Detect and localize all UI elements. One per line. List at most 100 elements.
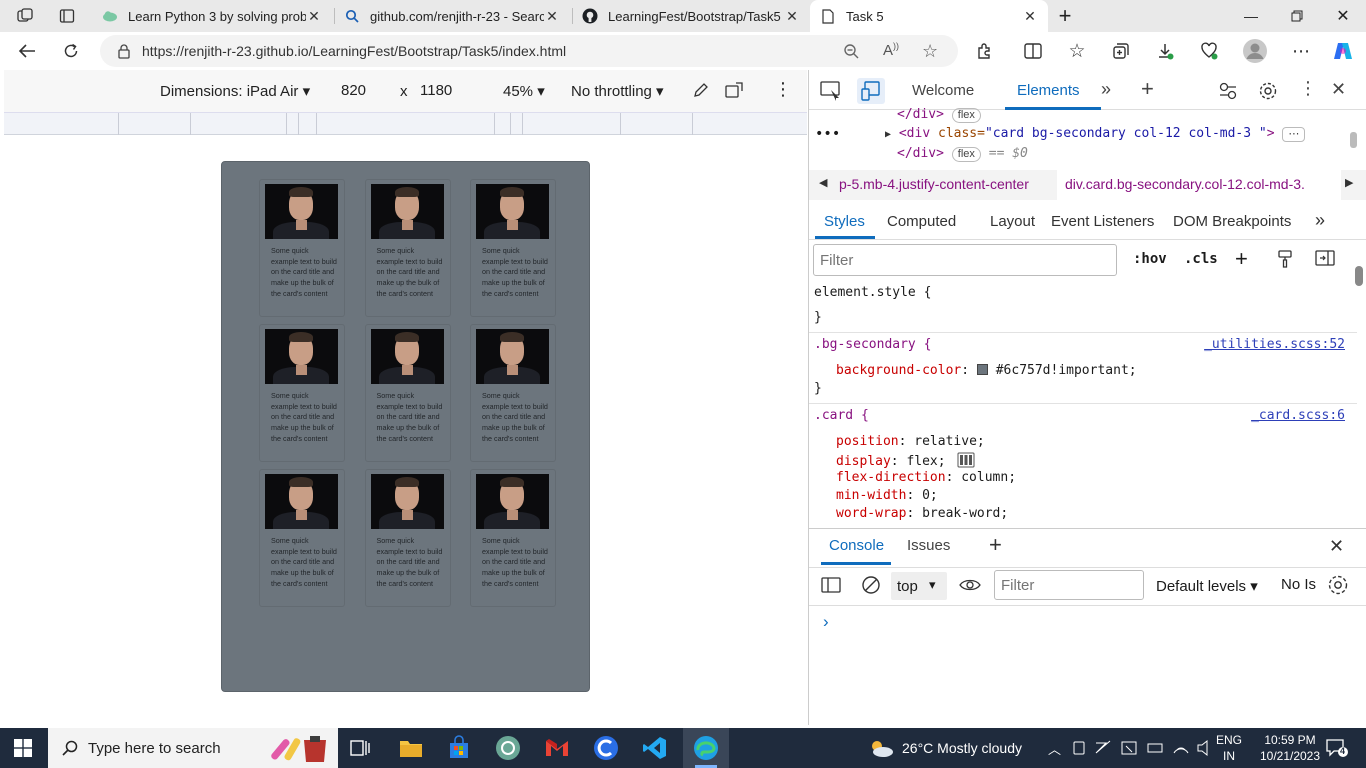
file-explorer-icon[interactable] xyxy=(397,734,425,762)
more-tabs-icon[interactable]: » xyxy=(1101,79,1111,100)
source-link[interactable]: _card.scss:6 xyxy=(1251,408,1345,423)
tab-learn-python[interactable]: Learn Python 3 by solving proble ✕ xyxy=(92,0,332,32)
pen-icon[interactable] xyxy=(692,81,710,99)
paint-icon[interactable] xyxy=(1277,250,1293,268)
taskbar-search[interactable]: Type here to search xyxy=(48,728,338,768)
inspect-icon[interactable] xyxy=(819,80,843,102)
log-levels-dropdown[interactable]: Default levels ▾ xyxy=(1156,577,1258,595)
close-drawer-icon[interactable]: ✕ xyxy=(1329,536,1344,557)
task-view-icon[interactable] xyxy=(350,738,370,758)
copilot-icon[interactable] xyxy=(1328,36,1358,66)
chatgpt-icon[interactable] xyxy=(494,734,522,762)
element-style-rule[interactable]: element.style { xyxy=(814,285,931,300)
tab-task5[interactable]: Task 5 ✕ xyxy=(810,0,1048,32)
collapsed-content-badge[interactable]: ⋯ xyxy=(1282,127,1306,142)
dom-line[interactable]: </div> flex xyxy=(897,107,981,123)
gmail-icon[interactable] xyxy=(543,734,571,762)
search-highlight-icon[interactable] xyxy=(266,732,330,764)
console-prompt-icon[interactable]: › xyxy=(823,612,829,632)
restore-button[interactable] xyxy=(1274,0,1320,32)
collections-icon[interactable] xyxy=(1106,36,1136,66)
zoom-icon[interactable] xyxy=(843,43,859,59)
expand-triangle-icon[interactable]: ▶ xyxy=(885,129,891,140)
breadcrumb-item-active[interactable]: div.card.bg-secondary.col-12.col-md-3. xyxy=(1065,176,1305,192)
dom-line[interactable]: </div> flex == $0 xyxy=(897,146,1028,162)
dom-line-selected[interactable]: ▶ <div class="card bg-secondary col-12 c… xyxy=(885,126,1306,142)
tab-dom-breakpoints[interactable]: DOM Breakpoints xyxy=(1173,213,1291,230)
split-screen-icon[interactable] xyxy=(1018,36,1048,66)
close-icon[interactable]: ✕ xyxy=(1022,8,1038,25)
class-toggle[interactable]: .cls xyxy=(1184,251,1218,267)
console-settings-icon[interactable] xyxy=(1327,574,1349,596)
dimensions-dropdown[interactable]: Dimensions: iPad Air ▾ xyxy=(160,82,310,100)
styles-filter-input[interactable] xyxy=(813,244,1117,276)
profile-avatar[interactable] xyxy=(1240,36,1270,66)
workspaces-icon[interactable] xyxy=(10,1,40,31)
downloads-icon[interactable] xyxy=(1150,36,1180,66)
tray-icons[interactable] xyxy=(1072,728,1212,768)
lock-icon[interactable] xyxy=(118,43,130,59)
card-selector[interactable]: .card { xyxy=(814,408,869,423)
breadcrumb-item[interactable]: p-5.mb-4.justify-content-center xyxy=(839,176,1029,192)
read-aloud-icon[interactable]: A)) xyxy=(883,41,899,59)
tab-github-repo[interactable]: LearningFest/Bootstrap/Task5 at ✕ xyxy=(572,0,810,32)
css-declaration[interactable]: display: flex; xyxy=(836,452,975,469)
extensions-icon[interactable] xyxy=(970,36,1000,66)
customize-icon[interactable] xyxy=(1217,80,1239,102)
tab-console[interactable]: Console xyxy=(829,537,884,554)
tab-elements[interactable]: Elements xyxy=(1017,82,1080,99)
close-icon[interactable]: ✕ xyxy=(544,8,560,25)
console-filter-input[interactable] xyxy=(994,570,1144,600)
css-declaration[interactable]: flex-direction: column; xyxy=(836,470,1016,485)
favorites-icon[interactable]: ☆ xyxy=(1062,36,1092,66)
close-icon[interactable]: ✕ xyxy=(306,8,322,25)
input-language[interactable]: ENG IN xyxy=(1216,732,1242,764)
more-tabs-icon[interactable]: » xyxy=(1315,210,1325,231)
context-selector[interactable]: top ▾ xyxy=(891,572,947,600)
eye-icon[interactable] xyxy=(959,578,981,592)
zoom-dropdown[interactable]: 45% ▾ xyxy=(503,82,545,100)
notifications-icon[interactable]: 4 xyxy=(1326,738,1348,758)
height-field[interactable]: 1180 xyxy=(420,82,452,99)
add-tab-icon[interactable]: + xyxy=(1141,76,1154,102)
refresh-button[interactable] xyxy=(56,36,86,66)
css-declaration[interactable]: word-wrap: break-word; xyxy=(836,506,1008,521)
new-tab-button[interactable]: + xyxy=(1042,0,1088,32)
dom-ellipsis[interactable]: ••• xyxy=(815,126,840,142)
media-query-ruler[interactable] xyxy=(4,112,807,135)
source-link[interactable]: _utilities.scss:52 xyxy=(1204,337,1345,352)
close-devtools-icon[interactable]: ✕ xyxy=(1331,79,1346,100)
tab-github-search[interactable]: github.com/renjith-r-23 - Search ✕ xyxy=(334,0,570,32)
windows-start-icon[interactable] xyxy=(14,739,32,757)
more-icon[interactable]: ⋮ xyxy=(1299,78,1317,99)
show-hidden-icons[interactable]: ︿ xyxy=(1048,728,1061,768)
more-options-icon[interactable]: ⋯ xyxy=(1286,36,1316,66)
hover-state-toggle[interactable]: :hov xyxy=(1133,251,1167,267)
width-field[interactable]: 820 xyxy=(341,82,366,99)
settings-gear-icon[interactable] xyxy=(1257,80,1279,102)
clock[interactable]: 10:59 PM 10/21/2023 xyxy=(1256,732,1324,764)
address-bar[interactable]: https://renjith-r-23.github.io/LearningF… xyxy=(100,35,958,67)
tab-styles[interactable]: Styles xyxy=(824,213,865,230)
store-icon[interactable] xyxy=(445,734,473,762)
tab-actions-icon[interactable] xyxy=(52,1,82,31)
scroll-right-icon[interactable]: ▶ xyxy=(1345,176,1353,189)
styles-scrollbar[interactable] xyxy=(1355,266,1363,286)
issues-counter[interactable]: No Is xyxy=(1281,576,1316,593)
weather-widget[interactable]: 26°C Mostly cloudy xyxy=(868,728,1022,768)
tab-computed[interactable]: Computed xyxy=(887,213,956,230)
minimize-button[interactable]: — xyxy=(1228,0,1274,32)
tab-welcome[interactable]: Welcome xyxy=(912,82,974,99)
tab-issues[interactable]: Issues xyxy=(907,537,950,554)
close-window-button[interactable]: ✕ xyxy=(1320,0,1366,32)
clear-console-icon[interactable] xyxy=(861,575,881,595)
favorite-star-icon[interactable]: ☆ xyxy=(922,41,938,62)
scroll-left-icon[interactable]: ◀ xyxy=(819,176,827,189)
add-rule-icon[interactable]: + xyxy=(1235,246,1248,272)
tab-layout[interactable]: Layout xyxy=(990,213,1035,230)
vscode-icon[interactable] xyxy=(641,734,669,762)
css-declaration[interactable]: position: relative; xyxy=(836,434,985,449)
flexbox-editor-icon[interactable] xyxy=(957,452,975,468)
taskbar-edge-active[interactable] xyxy=(683,728,729,768)
device-emulation-icon[interactable] xyxy=(857,78,885,104)
